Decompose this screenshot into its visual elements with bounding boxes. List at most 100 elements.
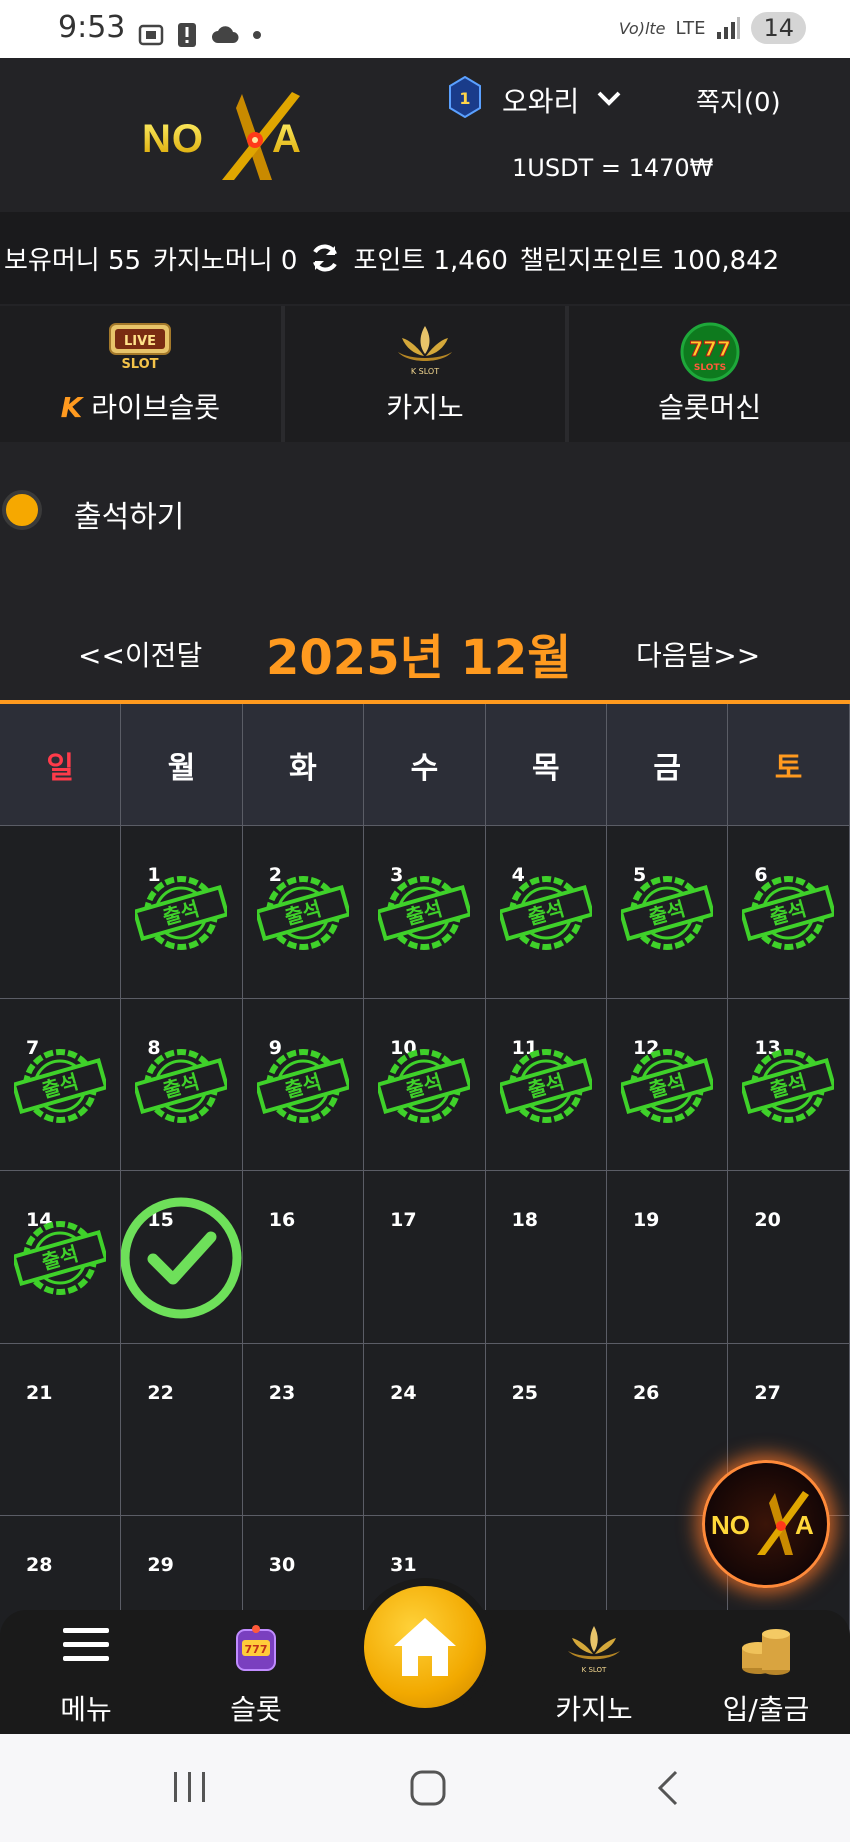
username[interactable]: 오와리 (502, 80, 579, 120)
screenshot-icon (138, 24, 164, 46)
calendar-day-7[interactable]: 7 출석 (0, 998, 122, 1171)
calendar-day-5[interactable]: 5 출석 (606, 826, 729, 999)
calendar-day-16[interactable]: 16 (242, 1171, 365, 1344)
nav-slot[interactable]: 777 슬롯 (196, 1610, 316, 1734)
casino-money-balance: 카지노머니 0 (153, 245, 298, 276)
nav-casino[interactable]: K SLOT 카지노 (534, 1610, 654, 1734)
k-slot-lotus-icon: K SLOT (398, 326, 452, 376)
calendar-day-6[interactable]: 6 출석 (728, 826, 850, 999)
level-badge-icon: 1 (449, 76, 481, 118)
refresh-icon[interactable] (309, 242, 341, 274)
recents-icon[interactable] (170, 1770, 210, 1806)
attendance-stamp-icon: 출석 (742, 876, 835, 950)
weekday-label: 월 (121, 704, 243, 826)
calendar-day-24[interactable]: 24 (364, 1343, 486, 1516)
category-slot-machine[interactable]: 777 SLOTS 슬롯머신 (569, 306, 850, 442)
calendar-day-10[interactable]: 10 출석 (364, 998, 486, 1171)
level-number: 1 (459, 89, 470, 108)
attendance-stamp-icon: 출석 (620, 876, 713, 950)
day-number: 25 (511, 1381, 539, 1404)
nav-slot-label: 슬롯 (230, 1693, 282, 1726)
svg-text:NO: NO (711, 1510, 750, 1540)
messages-link[interactable]: 쪽지(0) (696, 82, 781, 119)
nav-casino-label: 카지노 (555, 1693, 633, 1726)
calendar-day-13[interactable]: 13 출석 (728, 998, 850, 1171)
attendance-stamp-icon: 출석 (256, 1048, 349, 1123)
day-number: 22 (147, 1381, 174, 1404)
attendance-stamp-icon: 출석 (378, 876, 471, 950)
nova-logo-icon: NO A (711, 1491, 814, 1555)
calendar-day-19[interactable]: 19 (606, 1171, 729, 1344)
category-casino[interactable]: K SLOT 카지노 (284, 306, 566, 442)
svg-text:A: A (795, 1510, 814, 1540)
home-icon (394, 1618, 456, 1676)
attendance-stamp-icon: 출석 (14, 1221, 106, 1295)
system-navigation-bar (0, 1734, 850, 1842)
coins-icon (742, 1629, 790, 1675)
home-button[interactable] (356, 1578, 494, 1716)
calendar-day-18[interactable]: 18 (485, 1171, 607, 1344)
home-system-icon[interactable] (408, 1768, 448, 1808)
category-live-slot[interactable]: LIVE SLOT K 라이브슬롯 (0, 306, 281, 442)
calendar-day-4[interactable]: 4 출석 (485, 826, 607, 999)
calendar-day-23[interactable]: 23 (242, 1343, 365, 1516)
challenge-points-balance: 챌린지포인트 100,842 (519, 245, 780, 276)
svg-text:777: 777 (245, 1643, 268, 1656)
chevron-down-icon[interactable] (596, 90, 622, 108)
calendar-day-17[interactable]: 17 (364, 1171, 486, 1344)
svg-text:A: A (272, 117, 301, 161)
weekday-label: 목 (485, 704, 607, 826)
status-time: 9:53 (58, 10, 126, 45)
next-month-link[interactable]: 다음달>> (636, 634, 760, 674)
back-icon[interactable] (652, 1768, 682, 1808)
calendar-day-14[interactable]: 14 출석 (0, 1171, 122, 1344)
svg-text:SLOTS: SLOTS (694, 363, 726, 373)
day-number: 16 (268, 1209, 296, 1231)
today-check-icon (121, 1197, 242, 1319)
day-number: 21 (26, 1381, 53, 1404)
nav-menu-label: 메뉴 (60, 1693, 112, 1726)
calendar-day-20[interactable]: 20 (728, 1171, 850, 1344)
777-slots-icon: 777 SLOTS (680, 322, 740, 382)
app-header: NO A 1 오와리 쪽지(0) 1USDT = 1470₩ (0, 58, 850, 212)
slot-machine-icon: 777 (236, 1625, 276, 1671)
category-label: K 라이브슬롯 (60, 391, 221, 424)
attendance-dot-icon (2, 490, 42, 530)
svg-text:NO: NO (142, 117, 204, 161)
weekday-header: 일월화수목금토 (0, 704, 850, 826)
svg-text:LIVE: LIVE (124, 334, 156, 349)
attendance-title: 출석하기 (74, 500, 185, 535)
alert-icon (178, 23, 196, 47)
calendar-day-25[interactable]: 25 (485, 1343, 607, 1516)
prev-month-link[interactable]: <<이전달 (78, 634, 202, 674)
nav-menu[interactable]: 메뉴 (26, 1610, 146, 1734)
day-number: 26 (632, 1381, 660, 1404)
dot-icon (253, 31, 261, 39)
nav-deposit-withdraw[interactable]: 입/출금 (706, 1610, 826, 1734)
calendar-day-9[interactable]: 9 출석 (242, 998, 365, 1171)
floating-nova-button[interactable]: NO A (702, 1460, 830, 1588)
calendar-day-22[interactable]: 22 (121, 1343, 243, 1516)
nova-logo[interactable]: NO A (142, 88, 324, 184)
attendance-stamp-icon: 출석 (14, 1048, 106, 1123)
calendar-day-2[interactable]: 2 출석 (242, 826, 365, 999)
day-number: 24 (390, 1381, 417, 1404)
calendar-day-3[interactable]: 3 출석 (364, 826, 486, 999)
nav-deposit-label: 입/출금 (722, 1693, 810, 1726)
category-label: 카지노 (386, 391, 464, 424)
calendar-day-21[interactable]: 21 (0, 1343, 122, 1516)
day-number: 19 (632, 1209, 660, 1231)
status-bar: 9:53 Vo)lte LTE 14 (0, 0, 850, 58)
category-bar: LIVE SLOT K 라이브슬롯 K SLOT 카지노 777 SLOTS 슬… (0, 306, 850, 442)
day-number: 29 (147, 1554, 174, 1576)
lte-label: LTE (675, 17, 706, 39)
calendar-day-11[interactable]: 11 출석 (485, 998, 607, 1171)
live-slot-icon: LIVE SLOT (109, 323, 172, 372)
k-slot-lotus-icon: K SLOT (568, 1626, 620, 1674)
calendar-day-8[interactable]: 8 출석 (121, 998, 243, 1171)
calendar-day-15[interactable]: 15 (121, 1171, 243, 1344)
attendance-stamp-icon: 출석 (378, 1048, 471, 1123)
attendance-stamp-icon: 출석 (499, 876, 592, 950)
calendar-day-12[interactable]: 12 출석 (606, 998, 729, 1171)
calendar-day-1[interactable]: 1 출석 (121, 826, 243, 999)
